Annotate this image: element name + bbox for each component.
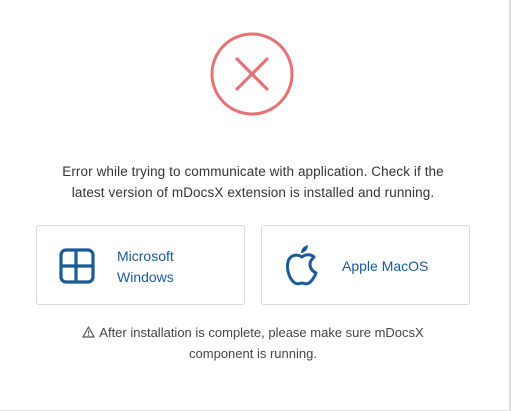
installation-note-text-1: After installation is complete, please m…	[99, 325, 424, 340]
installation-note-line-1: After installation is complete, please m…	[20, 322, 486, 343]
installation-note: After installation is complete, please m…	[20, 322, 486, 364]
page: Error while trying to communicate with a…	[0, 0, 511, 411]
apple-macos-button[interactable]: Apple MacOS	[261, 225, 470, 305]
microsoft-windows-button[interactable]: Microsoft Windows	[36, 225, 245, 305]
apple-macos-label: Apple MacOS	[342, 258, 429, 274]
microsoft-windows-label: Microsoft Windows	[117, 246, 217, 288]
error-message: Error while trying to communicate with a…	[20, 161, 486, 203]
windows-label-line-2: Windows	[117, 269, 174, 285]
windows-logo-icon	[59, 248, 95, 284]
warning-triangle-icon	[82, 326, 95, 338]
installation-note-line-2: component is running.	[189, 346, 317, 361]
windows-label-line-1: Microsoft	[117, 248, 174, 264]
error-x-circle-icon	[210, 32, 294, 116]
apple-logo-icon	[286, 245, 318, 286]
error-message-line-2: latest version of mDocsX extension is in…	[71, 185, 435, 200]
error-message-line-1: Error while trying to communicate with a…	[62, 164, 444, 179]
